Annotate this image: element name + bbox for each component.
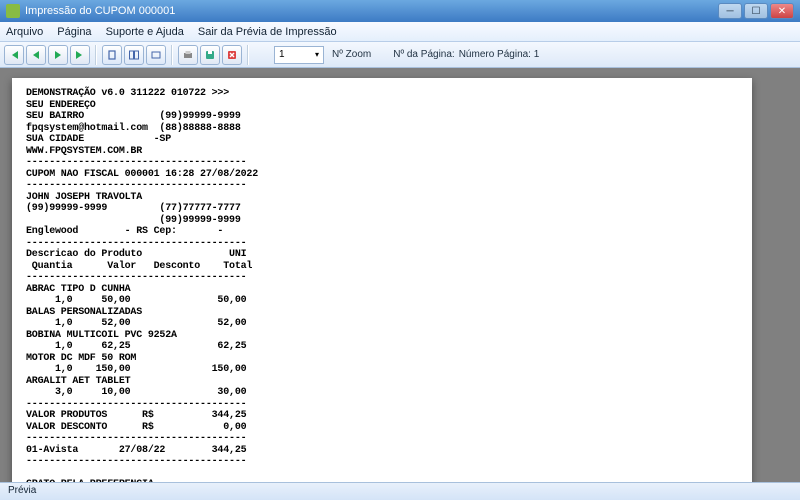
maximize-button[interactable]: ☐: [744, 3, 768, 19]
view-single-button[interactable]: [102, 45, 122, 65]
nav-prev-button[interactable]: [26, 45, 46, 65]
menu-suporte[interactable]: Suporte e Ajuda: [106, 26, 184, 38]
nav-next-button[interactable]: [48, 45, 68, 65]
status-text: Prévia: [8, 485, 36, 496]
view-multi-button[interactable]: [124, 45, 144, 65]
toolbar-separator: [171, 45, 173, 65]
menu-pagina[interactable]: Página: [57, 26, 91, 38]
exit-button[interactable]: [222, 45, 242, 65]
menubar: Arquivo Página Suporte e Ajuda Sair da P…: [0, 22, 800, 42]
print-button[interactable]: [178, 45, 198, 65]
zoom-select[interactable]: 1 ▾: [274, 46, 324, 64]
toolbar-separator: [247, 45, 249, 65]
zoom-label: Nº Zoom: [332, 49, 371, 60]
menu-sair[interactable]: Sair da Prévia de Impressão: [198, 26, 337, 38]
titlebar: Impressão do CUPOM 000001 ─ ☐ ✕: [0, 0, 800, 22]
close-button[interactable]: ✕: [770, 3, 794, 19]
zoom-value: 1: [279, 49, 285, 60]
chevron-down-icon: ▾: [315, 50, 319, 59]
preview-page: DEMONSTRAÇÃO v6.0 311222 010722 >>> SEU …: [12, 78, 752, 482]
toolbar: 1 ▾ Nº Zoom Nº da Página: Número Página:…: [0, 42, 800, 68]
preview-workspace[interactable]: DEMONSTRAÇÃO v6.0 311222 010722 >>> SEU …: [0, 68, 800, 482]
receipt-content: DEMONSTRAÇÃO v6.0 311222 010722 >>> SEU …: [26, 88, 738, 482]
menu-arquivo[interactable]: Arquivo: [6, 26, 43, 38]
toolbar-separator: [95, 45, 97, 65]
minimize-button[interactable]: ─: [718, 3, 742, 19]
page-value: Número Página: 1: [459, 49, 540, 60]
app-icon: [6, 4, 20, 18]
statusbar: Prévia: [0, 482, 800, 500]
nav-first-button[interactable]: [4, 45, 24, 65]
view-fit-button[interactable]: [146, 45, 166, 65]
nav-last-button[interactable]: [70, 45, 90, 65]
window-title: Impressão do CUPOM 000001: [25, 5, 175, 17]
page-label: Nº da Página:: [393, 49, 454, 60]
save-button[interactable]: [200, 45, 220, 65]
